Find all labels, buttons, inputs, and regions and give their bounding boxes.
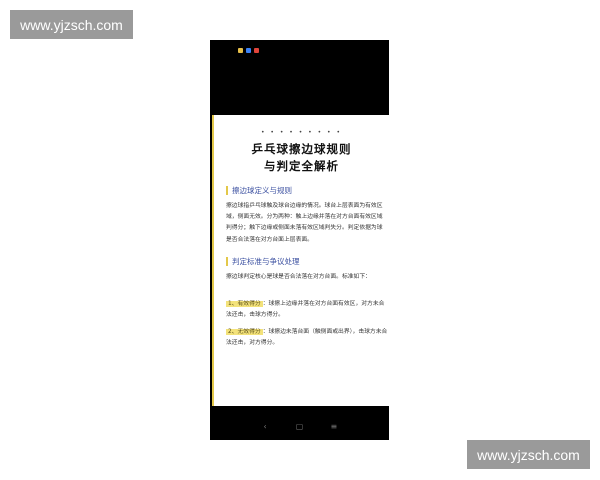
android-nav-bar: ‹ ▢ ≡ — [210, 418, 389, 434]
list-item: 2、无效得分 ：球擦边未落台面（触侧面或出界），击球方未合法还击，对方得分。 — [226, 327, 388, 349]
notification-icon-red — [254, 48, 259, 53]
home-icon[interactable]: ▢ — [292, 422, 306, 431]
item-tag-valid: 1、有效得分 — [226, 301, 263, 307]
section-heading-judgement: 判定标准与争议处理 — [226, 257, 300, 266]
section-body-definition: 擦边球指乒乓球触及球台边缘的情况。球台上层表面为有效区域，侧面无效。分为两种：触… — [226, 203, 383, 243]
section-heading-definition: 擦边球定义与规则 — [226, 186, 292, 195]
article-card[interactable]: • • • • • • • • • 乒乓球擦边球规则 与判定全解析 擦边球定义与… — [212, 115, 389, 406]
notification-icon-blue — [246, 48, 251, 53]
list-item: 1、有效得分 ：球擦上边缘并落在对方台面有效区，对方未合法还击，击球方得分。 — [226, 299, 388, 321]
back-icon[interactable]: ‹ — [258, 422, 272, 431]
item-tag-invalid: 2、无效得分 — [226, 329, 263, 335]
watermark-bottom: www.yjzsch.com — [467, 440, 590, 469]
notification-icon-yellow — [238, 48, 243, 53]
article-title-line1: 乒乓球擦边球规则 — [251, 142, 352, 156]
section-intro-judgement: 擦边球判定核心是球是否合法落在对方台面。标准如下： — [226, 274, 371, 280]
menu-icon[interactable]: ≡ — [327, 422, 341, 431]
article-title-line2: 与判定全解析 — [264, 159, 339, 173]
phone-screen: • • • • • • • • • 乒乓球擦边球规则 与判定全解析 擦边球定义与… — [210, 40, 389, 440]
decorative-dots: • • • • • • • • • — [260, 129, 343, 136]
status-bar — [238, 48, 259, 53]
watermark-top: www.yjzsch.com — [10, 10, 133, 39]
